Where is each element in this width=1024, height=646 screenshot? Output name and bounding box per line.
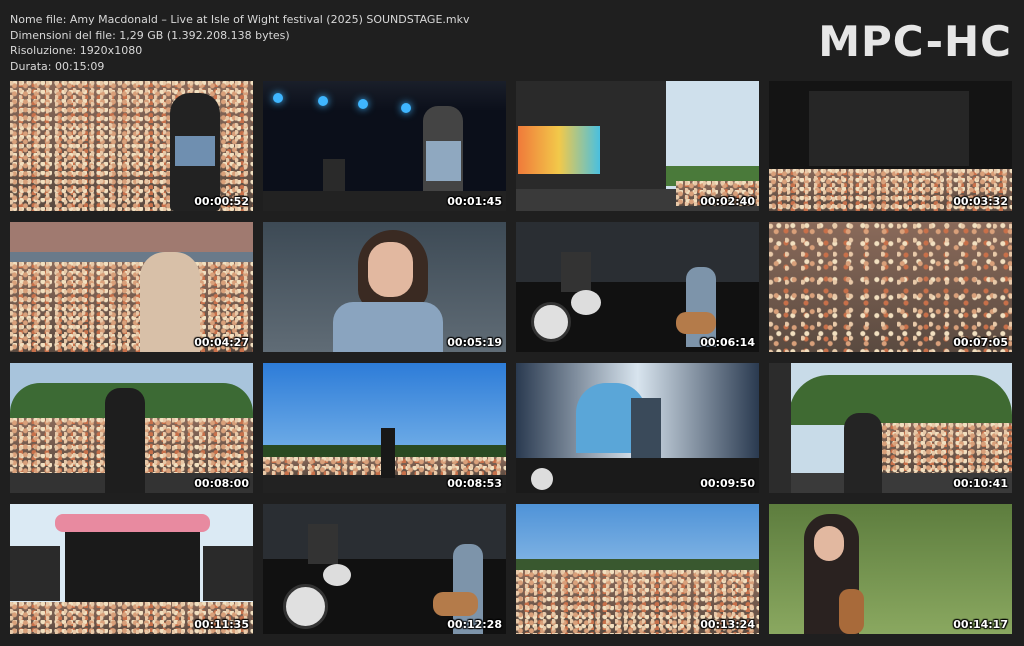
- thumbnail[interactable]: 00:03:32: [769, 81, 1012, 211]
- timestamp: 00:02:40: [700, 195, 755, 208]
- timestamp: 00:08:00: [194, 477, 249, 490]
- thumbnail[interactable]: 00:14:17: [769, 504, 1012, 634]
- thumbnail[interactable]: 00:02:40: [516, 81, 759, 211]
- timestamp: 00:11:35: [194, 618, 249, 631]
- resolution: Risoluzione: 1920x1080: [10, 44, 143, 58]
- timestamp: 00:05:19: [447, 336, 502, 349]
- thumbnail[interactable]: 00:12:28: [263, 504, 506, 634]
- thumbnail[interactable]: 00:07:05: [769, 222, 1012, 352]
- thumbnail[interactable]: 00:04:27: [10, 222, 253, 352]
- timestamp: 00:08:53: [447, 477, 502, 490]
- thumbnail[interactable]: 00:05:19: [263, 222, 506, 352]
- file-info: Nome file: Amy Macdonald – Live at Isle …: [10, 12, 470, 74]
- timestamp: 00:01:45: [447, 195, 502, 208]
- file-name: Nome file: Amy Macdonald – Live at Isle …: [10, 13, 470, 26]
- timestamp: 00:10:41: [953, 477, 1008, 490]
- thumbnail[interactable]: 00:08:00: [10, 363, 253, 493]
- duration: Durata: 00:15:09: [10, 59, 105, 73]
- timestamp: 00:12:28: [447, 618, 502, 631]
- thumbnail[interactable]: 00:13:24: [516, 504, 759, 634]
- timestamp: 00:06:14: [700, 336, 755, 349]
- timestamp: 00:00:52: [194, 195, 249, 208]
- thumbnail[interactable]: 00:06:14: [516, 222, 759, 352]
- timestamp: 00:03:32: [953, 195, 1008, 208]
- timestamp: 00:04:27: [194, 336, 249, 349]
- thumbnail[interactable]: 00:09:50: [516, 363, 759, 493]
- thumbnail[interactable]: 00:00:52: [10, 81, 253, 211]
- timestamp: 00:14:17: [953, 618, 1008, 631]
- thumbnail[interactable]: 00:01:45: [263, 81, 506, 211]
- thumbnail[interactable]: 00:11:35: [10, 504, 253, 634]
- app-logo: MPC-HC: [818, 17, 1012, 66]
- timestamp: 00:13:24: [700, 618, 755, 631]
- timestamp: 00:07:05: [953, 336, 1008, 349]
- file-size: Dimensioni del file: 1,29 GB (1.392.208.…: [10, 28, 290, 42]
- timestamp: 00:09:50: [700, 477, 755, 490]
- thumbnail[interactable]: 00:08:53: [263, 363, 506, 493]
- thumbnail-grid: 00:00:52 00:01:45 00:02:40 00:03:32 00:0…: [10, 81, 1012, 634]
- thumbnail[interactable]: 00:10:41: [769, 363, 1012, 493]
